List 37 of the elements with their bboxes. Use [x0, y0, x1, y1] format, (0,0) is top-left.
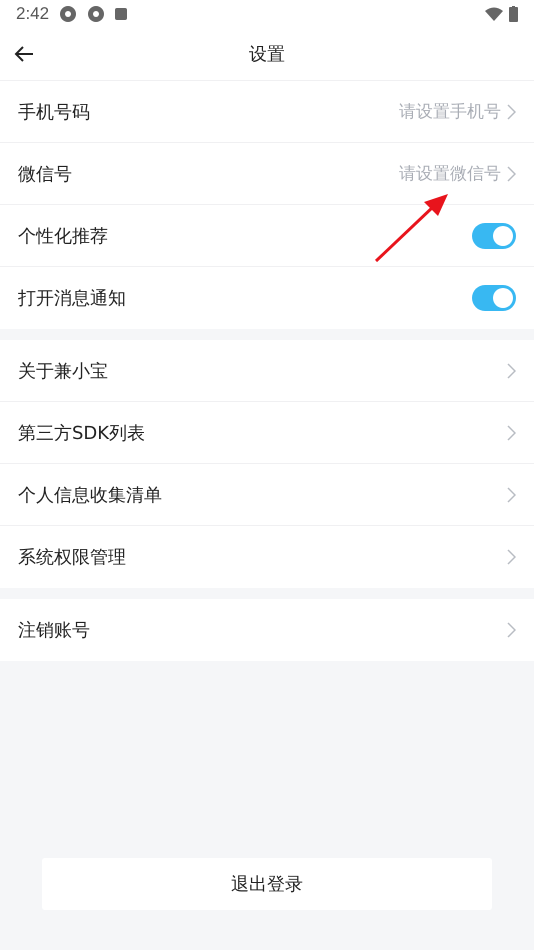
row-label: 个性化推荐 — [18, 224, 108, 248]
app-icon — [59, 5, 78, 23]
settings-row[interactable]: 系统权限管理 — [0, 526, 534, 588]
row-label: 微信号 — [18, 162, 72, 186]
row-value: 请设置微信号 — [399, 163, 501, 185]
wifi-icon — [485, 7, 503, 21]
chevron-right-icon — [507, 104, 516, 120]
settings-row[interactable]: 打开消息通知 — [0, 267, 534, 329]
settings-row[interactable]: 第三方SDK列表 — [0, 402, 534, 464]
chevron-right-icon — [507, 486, 516, 502]
settings-row[interactable]: 关于兼小宝 — [0, 340, 534, 402]
notification-icon — [115, 8, 128, 20]
toggle-switch[interactable] — [472, 222, 516, 248]
app-icon — [87, 5, 106, 23]
chevron-right-icon — [507, 424, 516, 440]
battery-icon — [509, 6, 518, 22]
row-label: 注销账号 — [18, 619, 90, 642]
row-label: 系统权限管理 — [18, 546, 126, 569]
row-label: 第三方SDK列表 — [18, 422, 146, 444]
chevron-right-icon — [507, 166, 516, 182]
settings-row[interactable]: 个人信息收集清单 — [0, 464, 534, 526]
status-time: 2:42 — [16, 4, 50, 24]
page-title: 设置 — [249, 43, 285, 66]
row-value: 请设置手机号 — [399, 101, 501, 123]
chevron-right-icon — [507, 549, 516, 565]
row-label: 个人信息收集清单 — [18, 484, 162, 506]
settings-row[interactable]: 个性化推荐 — [0, 205, 534, 267]
chevron-right-icon — [507, 622, 516, 638]
settings-row[interactable]: 手机号码 请设置手机号 — [0, 81, 534, 143]
row-label: 关于兼小宝 — [18, 360, 108, 382]
chevron-right-icon — [507, 362, 516, 378]
toggle-switch[interactable] — [472, 285, 516, 311]
settings-row[interactable]: 注销账号 — [0, 599, 534, 661]
logout-button[interactable]: 退出登录 — [42, 858, 492, 910]
row-label: 打开消息通知 — [18, 287, 126, 310]
row-label: 手机号码 — [18, 100, 90, 124]
back-arrow-icon[interactable] — [14, 45, 34, 63]
